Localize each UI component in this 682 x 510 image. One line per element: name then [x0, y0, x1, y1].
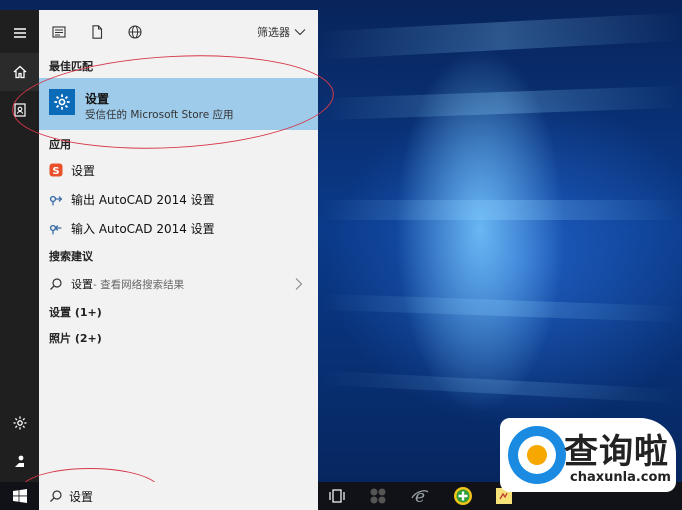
contact-card-icon: [13, 103, 26, 117]
apps-heading: 应用: [49, 138, 71, 151]
suggestion-hint: - 查看网络搜索结果: [93, 278, 185, 291]
light-beam: [320, 200, 682, 220]
best-match-subtitle: 受信任的 Microsoft Store 应用: [85, 109, 234, 121]
user-feedback-icon: [14, 455, 24, 467]
hamburger-menu-button[interactable]: [0, 14, 39, 52]
start-left-rail: [0, 10, 39, 482]
light-beam: [320, 370, 682, 404]
filter-dropdown[interactable]: 筛选器: [257, 24, 306, 40]
light-beam: [320, 293, 682, 323]
light-beam: [320, 85, 682, 121]
settings-rail-button[interactable]: [0, 404, 39, 442]
best-match-heading: 最佳匹配: [49, 60, 93, 73]
documents-button[interactable]: [0, 91, 39, 129]
web-search-suggestion[interactable]: 设置 - 查看网络搜索结果: [39, 271, 318, 297]
best-match-name: 设置: [85, 92, 110, 106]
search-icon: [50, 490, 62, 502]
app-s-icon: S: [48, 162, 64, 178]
app-result-label: 输入 AutoCAD 2014 设置: [71, 221, 215, 236]
start-button[interactable]: [0, 482, 39, 510]
panel-topbar: 筛选器: [39, 10, 318, 54]
gear-icon: [13, 416, 26, 430]
home-icon: [13, 65, 26, 79]
app-result-autocad-export[interactable]: 输出 AutoCAD 2014 设置: [39, 186, 318, 212]
search-suggestions-heading: 搜索建议: [49, 250, 93, 263]
home-button[interactable]: [0, 53, 39, 91]
autocad-import-icon: [48, 220, 64, 236]
apps-view-icon[interactable]: [51, 24, 67, 40]
category-photos-count[interactable]: 照片 (2+): [49, 330, 102, 346]
watermark-url: chaxunla.com: [570, 470, 671, 485]
settings-app-icon: [49, 89, 75, 115]
search-input-value: 设置: [69, 489, 94, 504]
globe-icon[interactable]: [127, 24, 143, 40]
app-result-label: 设置: [71, 163, 96, 178]
windows-logo-icon: [12, 489, 27, 503]
search-results-panel: 筛选器 最佳匹配 设置 受信任的 Microsoft Store 应用 应用 S…: [39, 10, 318, 482]
watermark-title: 查询啦: [564, 432, 669, 472]
autocad-export-icon: [48, 191, 64, 207]
search-icon: [48, 276, 64, 292]
svg-text:S: S: [52, 166, 59, 177]
filter-label: 筛选器: [257, 26, 290, 39]
chevron-right-icon: [295, 278, 303, 290]
app-result-label: 输出 AutoCAD 2014 设置: [71, 192, 215, 207]
app-result-settings[interactable]: S 设置: [39, 157, 318, 183]
green-plus-app-icon[interactable]: [453, 486, 473, 506]
taskbar-search-box[interactable]: 设置: [39, 482, 318, 510]
task-view-icon[interactable]: [327, 486, 347, 506]
internet-explorer-icon[interactable]: e: [410, 486, 430, 506]
light-beam: [320, 12, 682, 60]
document-icon[interactable]: [89, 24, 105, 40]
chevron-down-icon: [294, 29, 306, 36]
app-grid-icon[interactable]: [368, 486, 388, 506]
suggestion-label: 设置: [71, 278, 93, 291]
svg-text:e: e: [415, 487, 425, 506]
chaxunla-watermark: 查询啦 chaxunla.com: [500, 418, 676, 492]
user-button[interactable]: [0, 442, 39, 480]
chaxunla-logo-icon: [508, 426, 566, 484]
app-result-autocad-import[interactable]: 输入 AutoCAD 2014 设置: [39, 215, 318, 241]
best-match-result[interactable]: 设置 受信任的 Microsoft Store 应用: [39, 78, 318, 130]
hamburger-icon: [13, 28, 26, 38]
category-settings-count[interactable]: 设置 (1+): [49, 304, 102, 320]
